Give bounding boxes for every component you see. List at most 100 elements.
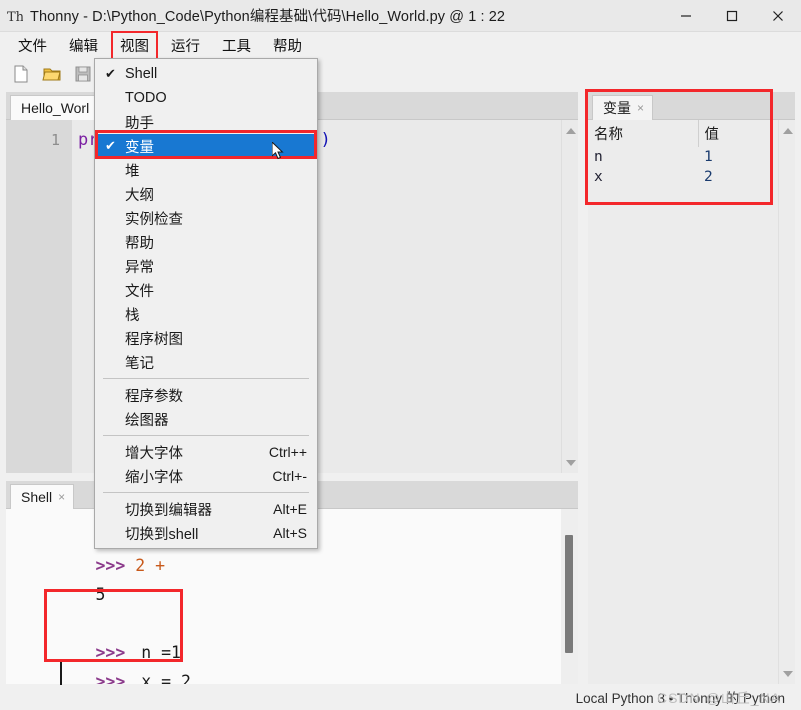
editor-tab-hello-world[interactable]: Hello_Worl	[10, 95, 101, 120]
open-file-icon[interactable]	[41, 63, 63, 85]
mouse-cursor-icon	[271, 140, 286, 162]
menu-item-outline[interactable]: 大纲	[95, 182, 317, 206]
variables-tab[interactable]: 变量 ×	[592, 95, 654, 120]
menu-separator	[103, 492, 309, 493]
menu-item-accelerator: Alt+E	[273, 501, 307, 517]
menu-item-stack[interactable]: 栈	[95, 302, 317, 326]
menu-item-label: 文件	[125, 283, 154, 300]
scroll-down-icon[interactable]	[562, 454, 579, 471]
variables-scrollbar[interactable]	[778, 120, 795, 684]
menu-tools[interactable]: 工具	[212, 32, 261, 59]
shell-prompt: >>>	[95, 672, 136, 684]
new-file-icon[interactable]	[10, 63, 32, 85]
menu-item-focus-shell[interactable]: 切换到shell Alt+S	[95, 521, 317, 545]
save-file-icon[interactable]	[72, 63, 94, 85]
maximize-button[interactable]	[709, 0, 755, 32]
scroll-down-icon[interactable]	[779, 665, 796, 682]
shell-tab[interactable]: Shell ×	[10, 484, 75, 509]
checkmark-icon: ✔	[105, 138, 116, 153]
menu-item-label: 异常	[125, 259, 154, 276]
shell-line-text: 5	[95, 585, 106, 604]
menu-item-label: TODO	[125, 90, 167, 106]
variables-pane: 变量 × 名称 值 n 1 x 2	[588, 92, 795, 684]
svg-text:Th: Th	[7, 10, 23, 24]
scroll-up-icon[interactable]	[779, 122, 796, 139]
variables-tab-label: 变量	[603, 100, 631, 116]
menu-item-label: 笔记	[125, 355, 154, 372]
menu-item-label: 程序树图	[125, 331, 183, 348]
shell-tab-label: Shell	[21, 489, 53, 505]
close-button[interactable]	[755, 0, 801, 32]
close-icon[interactable]: ×	[637, 101, 644, 115]
variable-value: 2	[704, 169, 713, 185]
table-row[interactable]: x 2	[588, 167, 778, 187]
status-interpreter[interactable]: Local Python 3 • Thonny 的 Python	[576, 687, 785, 707]
menu-run[interactable]: 运行	[161, 32, 210, 59]
menu-item-label: 大纲	[125, 187, 154, 204]
menu-help[interactable]: 帮助	[263, 32, 312, 59]
menu-item-accelerator: Alt+S	[273, 525, 307, 541]
view-menu-dropdown[interactable]: ✔ Shell TODO 助手 ✔ 变量 堆 大纲 实例检查 帮助 异常 文件	[94, 58, 318, 549]
thonny-icon: Th	[0, 0, 30, 32]
shell-scrollbar-thumb[interactable]	[565, 535, 573, 653]
menu-item-files[interactable]: 文件	[95, 278, 317, 302]
menu-item-label: 帮助	[125, 235, 154, 252]
window-controls	[663, 0, 801, 32]
menu-item-accelerator: Ctrl++	[268, 444, 307, 460]
menu-item-label: 程序参数	[125, 388, 183, 405]
menu-item-label: 堆	[125, 163, 140, 180]
variable-value: 1	[704, 149, 713, 165]
menu-view[interactable]: 视图	[110, 31, 159, 62]
close-icon[interactable]: ×	[58, 490, 65, 504]
shell-prompt: >>>	[95, 556, 136, 575]
variables-table: 名称 值 n 1 x 2	[588, 120, 778, 187]
shell-scrollbar[interactable]	[561, 509, 578, 684]
table-row[interactable]: n 1	[588, 147, 778, 167]
menu-item-exception[interactable]: 异常	[95, 254, 317, 278]
minimize-button[interactable]	[663, 0, 709, 32]
menu-item-accelerator: Ctrl+-	[272, 468, 307, 484]
menu-item-object-inspector[interactable]: 实例检查	[95, 206, 317, 230]
menu-item-shell[interactable]: ✔ Shell	[95, 62, 317, 86]
menu-item-increase-font[interactable]: 增大字体 Ctrl++	[95, 440, 317, 464]
menu-edit[interactable]: 编辑	[59, 32, 108, 59]
menu-item-label: 切换到shell	[125, 526, 199, 543]
menu-item-program-arguments[interactable]: 程序参数	[95, 383, 317, 407]
thonny-window: Th Thonny - D:\Python_Code\Python编程基础\代码…	[0, 0, 801, 710]
column-header-value[interactable]: 值	[698, 120, 778, 147]
menu-item-decrease-font[interactable]: 缩小字体 Ctrl+-	[95, 464, 317, 488]
shell-line-text: x = 2	[141, 672, 191, 684]
menu-separator	[103, 435, 309, 436]
menu-item-label: Shell	[125, 66, 158, 82]
menu-item-todo[interactable]: TODO	[95, 86, 317, 110]
menu-item-label: 助手	[125, 115, 154, 132]
menu-item-focus-editor[interactable]: 切换到编辑器 Alt+E	[95, 497, 317, 521]
variable-name: n	[594, 149, 603, 165]
line-number-gutter: 1	[6, 120, 72, 473]
menu-item-help[interactable]: 帮助	[95, 230, 317, 254]
shell-prompt: >>>	[95, 643, 136, 662]
window-title: Thonny - D:\Python_Code\Python编程基础\代码\He…	[30, 9, 506, 25]
menu-item-program-tree[interactable]: 程序树图	[95, 326, 317, 350]
title-bar: Th Thonny - D:\Python_Code\Python编程基础\代码…	[0, 0, 801, 32]
menu-item-label: 绘图器	[125, 412, 169, 429]
menu-item-notes[interactable]: 笔记	[95, 350, 317, 374]
menu-item-label: 切换到编辑器	[125, 502, 212, 519]
pane-divider	[578, 120, 588, 473]
column-header-name[interactable]: 名称	[588, 120, 699, 147]
editor-scrollbar[interactable]	[561, 120, 578, 473]
menu-item-assistant[interactable]: 助手	[95, 110, 317, 134]
variables-body[interactable]: 名称 值 n 1 x 2	[588, 120, 778, 684]
menu-item-label: 实例检查	[125, 211, 183, 228]
menu-file[interactable]: 文件	[8, 32, 57, 59]
menu-item-label: 缩小字体	[125, 469, 183, 486]
table-header-row: 名称 值	[588, 120, 778, 147]
menu-item-plotter[interactable]: 绘图器	[95, 407, 317, 431]
menu-item-label: 增大字体	[125, 445, 183, 462]
shell-line-text: 2 +	[135, 556, 175, 575]
editor-tab-label: Hello_Worl	[21, 100, 90, 116]
scroll-up-icon[interactable]	[562, 122, 579, 139]
checkmark-icon: ✔	[105, 66, 116, 81]
menu-bar: 文件 编辑 视图 运行 工具 帮助	[0, 31, 801, 62]
variable-name: x	[594, 169, 603, 185]
